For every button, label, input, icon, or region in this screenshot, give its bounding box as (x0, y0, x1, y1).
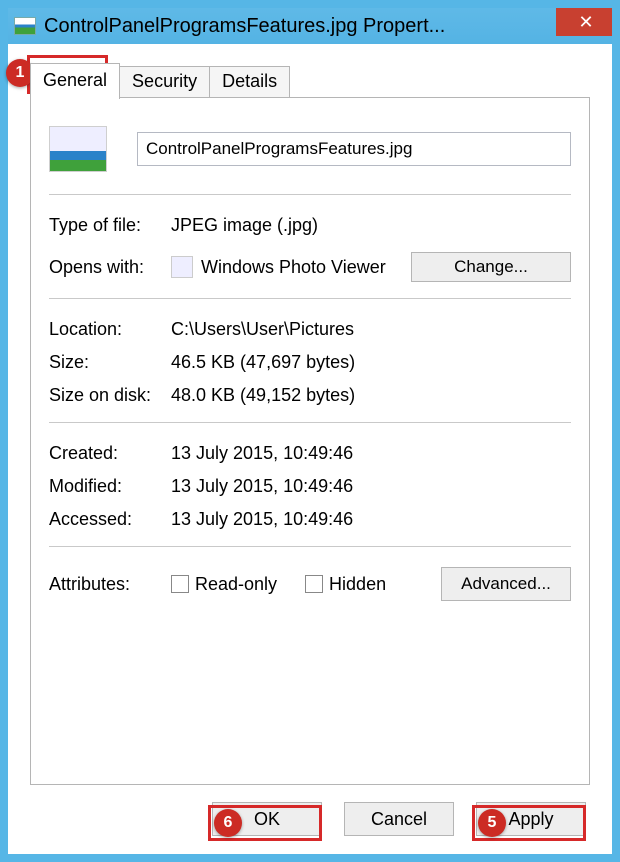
label-accessed: Accessed: (49, 509, 171, 530)
titlebar: ControlPanelProgramsFeatures.jpg Propert… (8, 8, 612, 44)
file-icon (14, 17, 36, 35)
apply-button[interactable]: Apply (476, 802, 586, 836)
value-size: 46.5 KB (47,697 bytes) (171, 352, 571, 373)
tabstrip: General Security Details (8, 44, 612, 98)
tab-details[interactable]: Details (209, 66, 290, 98)
tab-panel-general: Type of file: JPEG image (.jpg) Opens wi… (30, 97, 590, 785)
separator (49, 298, 571, 299)
label-location: Location: (49, 319, 171, 340)
separator (49, 546, 571, 547)
cancel-button[interactable]: Cancel (344, 802, 454, 836)
value-type-of-file: JPEG image (.jpg) (171, 215, 571, 236)
dialog-button-bar: OK Cancel Apply (8, 802, 612, 854)
tab-general[interactable]: General (30, 63, 120, 99)
close-button[interactable]: ✕ (556, 8, 612, 36)
checkbox-hidden-label: Hidden (329, 574, 386, 595)
properties-window: ControlPanelProgramsFeatures.jpg Propert… (0, 0, 620, 862)
label-attributes: Attributes: (49, 574, 171, 595)
separator (49, 422, 571, 423)
label-opens-with: Opens with: (49, 257, 171, 278)
advanced-button[interactable]: Advanced... (441, 567, 571, 601)
checkbox-read-only[interactable]: Read-only (171, 574, 277, 595)
label-size: Size: (49, 352, 171, 373)
change-button[interactable]: Change... (411, 252, 571, 282)
filename-input[interactable] (137, 132, 571, 166)
label-size-on-disk: Size on disk: (49, 385, 171, 406)
checkbox-hidden[interactable]: Hidden (305, 574, 386, 595)
window-title: ControlPanelProgramsFeatures.jpg Propert… (44, 15, 556, 38)
label-type-of-file: Type of file: (49, 215, 171, 236)
separator (49, 194, 571, 195)
label-modified: Modified: (49, 476, 171, 497)
thumbnail-icon (49, 126, 107, 172)
label-created: Created: (49, 443, 171, 464)
client-area: General Security Details Type of file: J… (8, 44, 612, 854)
value-created: 13 July 2015, 10:49:46 (171, 443, 571, 464)
value-location: C:\Users\User\Pictures (171, 319, 571, 340)
tab-security[interactable]: Security (119, 66, 210, 98)
value-accessed: 13 July 2015, 10:49:46 (171, 509, 571, 530)
checkbox-box-icon (305, 575, 323, 593)
value-opens-with: Windows Photo Viewer (201, 257, 411, 278)
value-size-on-disk: 48.0 KB (49,152 bytes) (171, 385, 571, 406)
value-modified: 13 July 2015, 10:49:46 (171, 476, 571, 497)
checkbox-box-icon (171, 575, 189, 593)
ok-button[interactable]: OK (212, 802, 322, 836)
close-icon: ✕ (578, 12, 593, 33)
checkbox-read-only-label: Read-only (195, 574, 277, 595)
app-icon (171, 256, 193, 278)
